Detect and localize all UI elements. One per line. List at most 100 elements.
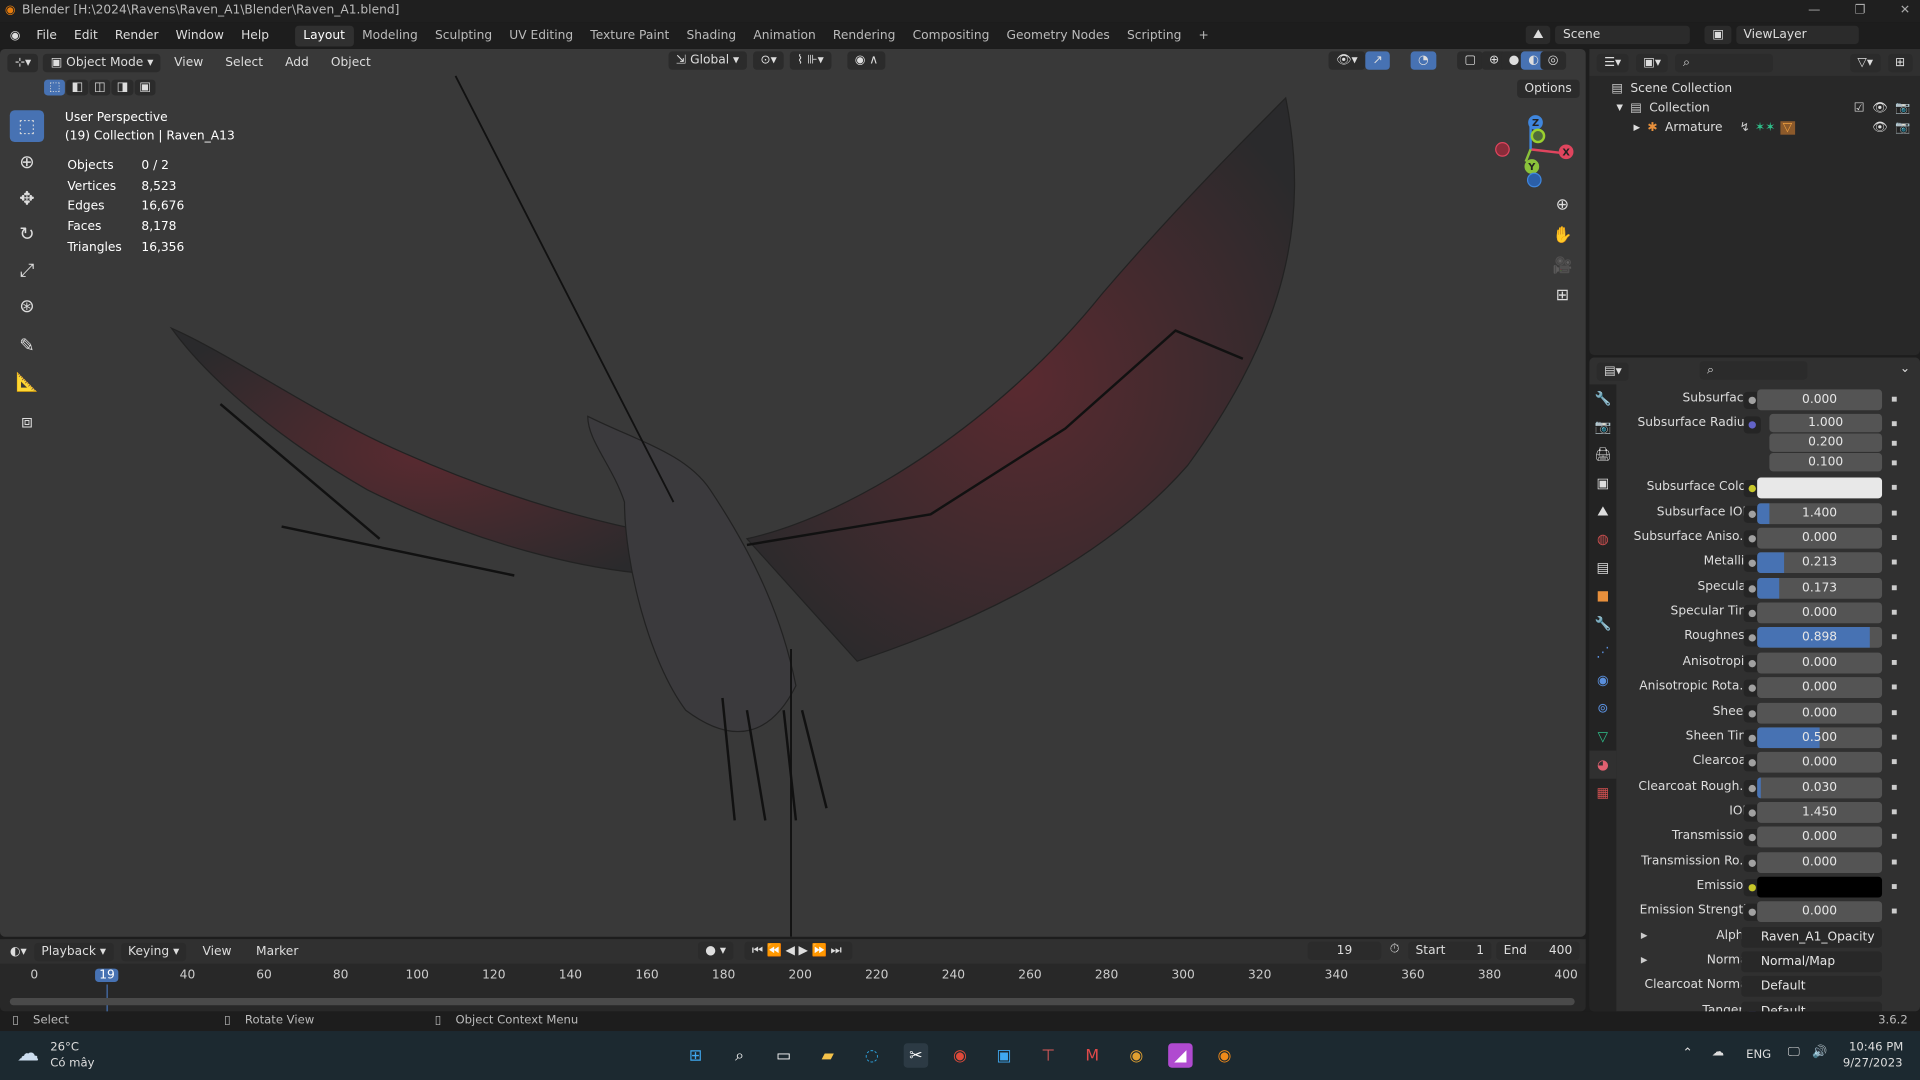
menu-render[interactable]: Render [106,29,167,42]
keyframe-dot-icon[interactable] [1891,659,1897,665]
keyframe-dot-icon[interactable] [1891,421,1897,427]
select-invert-icon[interactable]: ◨ [111,79,134,96]
weather-desc[interactable]: Có mây [50,1057,94,1070]
keyframe-dot-icon[interactable] [1891,510,1897,516]
file-explorer-icon[interactable]: ▰ [816,1043,840,1067]
linked-input-field[interactable]: Normal/Map [1741,951,1883,973]
gizmo-x-axis[interactable]: X [1558,144,1574,160]
keyframe-dot-icon[interactable] [1891,859,1897,864]
keyframe-dot-icon[interactable] [1891,634,1897,640]
affinity-icon[interactable]: ◢ [1168,1043,1193,1068]
gizmo-neg-y[interactable] [1530,128,1546,144]
transform-orientation[interactable]: ⇲ Global ▾ [668,51,747,70]
outliner-item-collection[interactable]: ▼ ▤ Collection ☑ 👁 📷 [1589,98,1920,118]
tab-animation[interactable]: Animation [745,25,825,46]
transform-tool-icon[interactable]: ⊛ [10,290,44,322]
value-slider[interactable]: 0.000 [1757,389,1883,411]
tab-uv-editing[interactable]: UV Editing [501,25,582,46]
physics-tab-icon[interactable]: ◉ [1589,666,1616,694]
keyframe-dot-icon[interactable] [1891,809,1897,815]
clock-time[interactable]: 10:46 PM [1849,1041,1903,1054]
scene-tab-icon[interactable]: ⛰ [1589,497,1616,525]
menu-edit[interactable]: Edit [65,29,106,42]
view-layer-tab-icon[interactable]: ▣ [1589,469,1616,497]
properties-options-icon[interactable]: ⌄ [1900,362,1910,375]
value-slider[interactable]: 0.000 [1757,752,1883,773]
keyframe-dot-icon[interactable] [1891,734,1897,740]
keyframe-dot-icon[interactable] [1891,609,1897,615]
move-tool-icon[interactable]: ✥ [10,182,44,214]
navigation-gizmo[interactable]: Z X Y [1491,113,1577,191]
viewport-menu-add[interactable]: Add [277,56,318,69]
outliner-search-icon[interactable]: ⌕ [1675,53,1774,72]
keyframe-dot-icon[interactable] [1891,441,1897,447]
tab-compositing[interactable]: Compositing [904,25,998,46]
value-slider[interactable]: 0.000 [1757,901,1883,923]
snap-icon[interactable]: ⌇ ⊪▾ [789,51,832,70]
view-layer-icon[interactable]: ▣ [1704,25,1732,45]
volume-icon[interactable]: 🔊 [1812,1046,1827,1059]
camera-render-icon[interactable]: 📷 [1895,121,1910,134]
close-button[interactable]: ✕ [1900,0,1910,22]
onedrive-icon[interactable]: ☁ [1712,1046,1724,1059]
value-slider[interactable]: 1.450 [1757,801,1883,823]
keyframe-dot-icon[interactable] [1891,485,1897,491]
color-swatch[interactable] [1757,876,1883,898]
outliner-item-armature[interactable]: ▶ ✱ Armature ↯ ✶✶ ▽ 👁 📷 [1589,118,1920,138]
weather-temp[interactable]: 26°C [50,1041,79,1054]
keyframe-dot-icon[interactable] [1891,908,1897,914]
menu-help[interactable]: Help [233,29,278,42]
tab-rendering[interactable]: Rendering [824,25,904,46]
keyframe-dot-icon[interactable] [1891,585,1897,590]
particles-tab-icon[interactable]: ⋰ [1589,638,1616,666]
view-layer-field[interactable]: ViewLayer [1736,25,1859,45]
viewport-menu-view[interactable]: View [166,56,212,69]
keyframe-dot-icon[interactable] [1891,884,1897,889]
keyframe-dot-icon[interactable] [1891,460,1897,466]
value-slider[interactable]: 0.030 [1757,776,1883,798]
linked-input-field[interactable]: Raven_A1_Opacity [1741,926,1883,948]
options-button[interactable]: Options [1517,79,1580,98]
proportional-edit-icon[interactable]: ◉ ∧ [847,51,886,70]
properties-editor-type-icon[interactable]: ▤▾ [1596,361,1630,381]
rendered-shading-icon[interactable]: ◎ [1540,51,1566,70]
tab-sculpting[interactable]: Sculpting [426,25,500,46]
expand-arrow-icon[interactable]: ▶ [1633,122,1640,132]
modifier-tab-icon[interactable]: 🔧 [1589,610,1616,638]
minimize-button[interactable]: — [1808,0,1820,22]
blender-taskbar-icon[interactable]: ◉ [1212,1043,1236,1067]
add-workspace-button[interactable]: + [1190,25,1217,46]
annotate-tool-icon[interactable]: ✎ [10,329,44,361]
clock-date[interactable]: 9/27/2023 [1843,1057,1903,1070]
store-icon[interactable]: ▣ [992,1043,1016,1067]
value-slider[interactable]: 0.000 [1757,677,1883,699]
gizmo-neg-x[interactable] [1495,142,1510,157]
value-slider[interactable]: 0.200 [1769,433,1883,453]
orthographic-grid-icon[interactable]: ⊞ [1549,282,1576,309]
value-slider[interactable]: 0.000 [1757,826,1883,848]
chrome-icon[interactable]: ◉ [948,1043,972,1067]
expand-arrow-icon[interactable]: ▶ [1641,930,1648,940]
add-cube-tool-icon[interactable]: ⧈ [10,405,44,437]
value-slider[interactable]: 0.000 [1757,602,1883,624]
socket-icon[interactable] [1743,416,1761,434]
select-subtract-icon[interactable]: ◫ [89,79,111,96]
expand-arrow-icon[interactable]: ▼ [1616,103,1623,113]
color-swatch[interactable] [1757,477,1883,499]
app-icon[interactable]: ⊤ [1036,1043,1060,1067]
chrome-profile-icon[interactable]: ◉ [1124,1043,1148,1067]
menu-window[interactable]: Window [167,29,232,42]
select-box-tool-icon[interactable]: ⬚ [9,110,45,143]
select-extend-icon[interactable]: ◧ [66,79,89,96]
value-slider[interactable]: 0.000 [1757,851,1883,873]
render-tab-icon[interactable]: 📷 [1589,413,1616,441]
tab-scripting[interactable]: Scripting [1118,25,1190,46]
search-icon[interactable]: ⌕ [727,1043,751,1067]
data-tab-icon[interactable]: ▽ [1589,722,1616,750]
value-slider[interactable]: 1.400 [1757,502,1883,524]
value-slider[interactable]: 0.898 [1757,627,1883,649]
exclude-checkbox[interactable]: ☑ [1854,101,1865,114]
measure-tool-icon[interactable]: 📐 [10,366,44,398]
tab-texture-paint[interactable]: Texture Paint [582,25,678,46]
object-tab-icon[interactable]: ■ [1589,582,1616,610]
